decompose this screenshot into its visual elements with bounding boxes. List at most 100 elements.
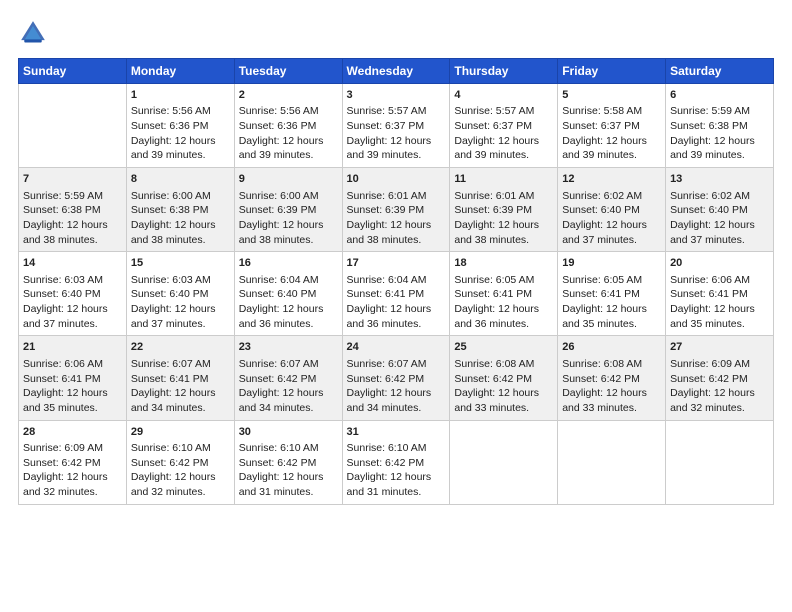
- daylight-text: Daylight: 12 hours and 38 minutes.: [454, 218, 553, 247]
- daylight-text: Daylight: 12 hours and 36 minutes.: [239, 302, 338, 331]
- calendar-cell: 21Sunrise: 6:06 AMSunset: 6:41 PMDayligh…: [19, 336, 127, 420]
- calendar-cell: 28Sunrise: 6:09 AMSunset: 6:42 PMDayligh…: [19, 420, 127, 504]
- sunrise-text: Sunrise: 5:57 AM: [454, 104, 553, 119]
- daylight-text: Daylight: 12 hours and 38 minutes.: [239, 218, 338, 247]
- day-number: 25: [454, 340, 553, 355]
- day-header-saturday: Saturday: [666, 59, 774, 84]
- calendar-cell: [558, 420, 666, 504]
- calendar-cell: 23Sunrise: 6:07 AMSunset: 6:42 PMDayligh…: [234, 336, 342, 420]
- sunset-text: Sunset: 6:37 PM: [454, 119, 553, 134]
- calendar-cell: 14Sunrise: 6:03 AMSunset: 6:40 PMDayligh…: [19, 252, 127, 336]
- sunset-text: Sunset: 6:39 PM: [347, 203, 446, 218]
- day-header-wednesday: Wednesday: [342, 59, 450, 84]
- sunset-text: Sunset: 6:40 PM: [239, 287, 338, 302]
- calendar-cell: 12Sunrise: 6:02 AMSunset: 6:40 PMDayligh…: [558, 168, 666, 252]
- day-number: 28: [23, 425, 122, 440]
- sunrise-text: Sunrise: 5:58 AM: [562, 104, 661, 119]
- calendar-cell: 5Sunrise: 5:58 AMSunset: 6:37 PMDaylight…: [558, 84, 666, 168]
- day-number: 27: [670, 340, 769, 355]
- calendar-cell: 18 Sunrise: 6:05 AMSunset: 6:41 PMDayligh…: [450, 252, 558, 336]
- day-number: 15: [131, 256, 230, 271]
- day-number: 5: [562, 88, 661, 103]
- sunrise-text: Sunrise: 5:59 AM: [670, 104, 769, 119]
- sunrise-text: Sunrise: 6:03 AM: [23, 273, 122, 288]
- calendar-cell: 1Sunrise: 5:56 AMSunset: 6:36 PMDaylight…: [126, 84, 234, 168]
- daylight-text: Daylight: 12 hours and 32 minutes.: [23, 470, 122, 499]
- day-number: 22: [131, 340, 230, 355]
- page: SundayMondayTuesdayWednesdayThursdayFrid…: [0, 0, 792, 612]
- calendar-cell: 31Sunrise: 6:10 AMSunset: 6:42 PMDayligh…: [342, 420, 450, 504]
- sunrise-text: Sunrise: 6:07 AM: [347, 357, 446, 372]
- calendar-cell: 22Sunrise: 6:07 AMSunset: 6:41 PMDayligh…: [126, 336, 234, 420]
- sunset-text: Sunset: 6:38 PM: [670, 119, 769, 134]
- calendar-cell: 3Sunrise: 5:57 AMSunset: 6:37 PMDaylight…: [342, 84, 450, 168]
- sunset-text: Sunset: 6:42 PM: [347, 456, 446, 471]
- day-number: 26: [562, 340, 661, 355]
- calendar-cell: 10Sunrise: 6:01 AMSunset: 6:39 PMDayligh…: [342, 168, 450, 252]
- calendar-cell: [666, 420, 774, 504]
- day-number: 30: [239, 425, 338, 440]
- day-number: 4: [454, 88, 553, 103]
- day-number: 13: [670, 172, 769, 187]
- day-number: 23: [239, 340, 338, 355]
- sunset-text: Sunset: 6:39 PM: [239, 203, 338, 218]
- calendar-cell: 27Sunrise: 6:09 AMSunset: 6:42 PMDayligh…: [666, 336, 774, 420]
- day-header-monday: Monday: [126, 59, 234, 84]
- day-number: 29: [131, 425, 230, 440]
- sunset-text: Sunset: 6:36 PM: [239, 119, 338, 134]
- sunset-text: Sunset: 6:39 PM: [454, 203, 553, 218]
- sunrise-text: Sunrise: 6:05 AM: [454, 273, 553, 288]
- sunrise-text: Sunrise: 5:59 AM: [23, 189, 122, 204]
- daylight-text: Daylight: 12 hours and 37 minutes.: [562, 218, 661, 247]
- calendar-cell: 24Sunrise: 6:07 AMSunset: 6:42 PMDayligh…: [342, 336, 450, 420]
- daylight-text: Daylight: 12 hours and 36 minutes.: [347, 302, 446, 331]
- daylight-text: Daylight: 12 hours and 36 minutes.: [454, 302, 553, 331]
- day-header-sunday: Sunday: [19, 59, 127, 84]
- sunset-text: Sunset: 6:36 PM: [131, 119, 230, 134]
- sunrise-text: Sunrise: 6:10 AM: [239, 441, 338, 456]
- sunrise-text: Sunrise: 5:56 AM: [131, 104, 230, 119]
- calendar-cell: 16Sunrise: 6:04 AMSunset: 6:40 PMDayligh…: [234, 252, 342, 336]
- day-number: 6: [670, 88, 769, 103]
- daylight-text: Daylight: 12 hours and 39 minutes.: [131, 134, 230, 163]
- calendar-cell: 20Sunrise: 6:06 AMSunset: 6:41 PMDayligh…: [666, 252, 774, 336]
- calendar-header-row: SundayMondayTuesdayWednesdayThursdayFrid…: [19, 59, 774, 84]
- sunset-text: Sunset: 6:42 PM: [239, 372, 338, 387]
- daylight-text: Daylight: 12 hours and 35 minutes.: [670, 302, 769, 331]
- daylight-text: Daylight: 12 hours and 34 minutes.: [131, 386, 230, 415]
- sunrise-text: Sunrise: 6:00 AM: [131, 189, 230, 204]
- daylight-text: Daylight: 12 hours and 33 minutes.: [454, 386, 553, 415]
- sunset-text: Sunset: 6:42 PM: [670, 372, 769, 387]
- day-number: 18: [454, 256, 553, 271]
- calendar-week-row: 14Sunrise: 6:03 AMSunset: 6:40 PMDayligh…: [19, 252, 774, 336]
- calendar-cell: 30Sunrise: 6:10 AMSunset: 6:42 PMDayligh…: [234, 420, 342, 504]
- sunset-text: Sunset: 6:41 PM: [670, 287, 769, 302]
- calendar-cell: 19Sunrise: 6:05 AMSunset: 6:41 PMDayligh…: [558, 252, 666, 336]
- sunset-text: Sunset: 6:37 PM: [562, 119, 661, 134]
- sunset-text: Sunset: 6:40 PM: [670, 203, 769, 218]
- sunrise-text: Sunrise: 6:01 AM: [347, 189, 446, 204]
- day-number: 3: [347, 88, 446, 103]
- day-number: 9: [239, 172, 338, 187]
- day-number: 14: [23, 256, 122, 271]
- daylight-text: Daylight: 12 hours and 39 minutes.: [562, 134, 661, 163]
- calendar-week-row: 7Sunrise: 5:59 AMSunset: 6:38 PMDaylight…: [19, 168, 774, 252]
- sunrise-text: Sunrise: 6:06 AM: [23, 357, 122, 372]
- calendar-cell: 6Sunrise: 5:59 AMSunset: 6:38 PMDaylight…: [666, 84, 774, 168]
- sunrise-text: Sunrise: 6:02 AM: [562, 189, 661, 204]
- sunset-text: Sunset: 6:42 PM: [347, 372, 446, 387]
- sunset-text: Sunset: 6:41 PM: [454, 287, 553, 302]
- daylight-text: Daylight: 12 hours and 35 minutes.: [562, 302, 661, 331]
- calendar-cell: 9 Sunrise: 6:00 AMSunset: 6:39 PMDaylight…: [234, 168, 342, 252]
- sunrise-text: Sunrise: 5:56 AM: [239, 104, 338, 119]
- sunrise-text: Sunrise: 6:00 AM: [239, 189, 338, 204]
- calendar-cell: 17Sunrise: 6:04 AMSunset: 6:41 PMDayligh…: [342, 252, 450, 336]
- sunset-text: Sunset: 6:42 PM: [131, 456, 230, 471]
- sunset-text: Sunset: 6:40 PM: [131, 287, 230, 302]
- sunrise-text: Sunrise: 5:57 AM: [347, 104, 446, 119]
- sunrise-text: Sunrise: 6:07 AM: [131, 357, 230, 372]
- calendar-cell: 4Sunrise: 5:57 AMSunset: 6:37 PMDaylight…: [450, 84, 558, 168]
- sunset-text: Sunset: 6:42 PM: [454, 372, 553, 387]
- daylight-text: Daylight: 12 hours and 38 minutes.: [131, 218, 230, 247]
- sunrise-text: Sunrise: 6:07 AM: [239, 357, 338, 372]
